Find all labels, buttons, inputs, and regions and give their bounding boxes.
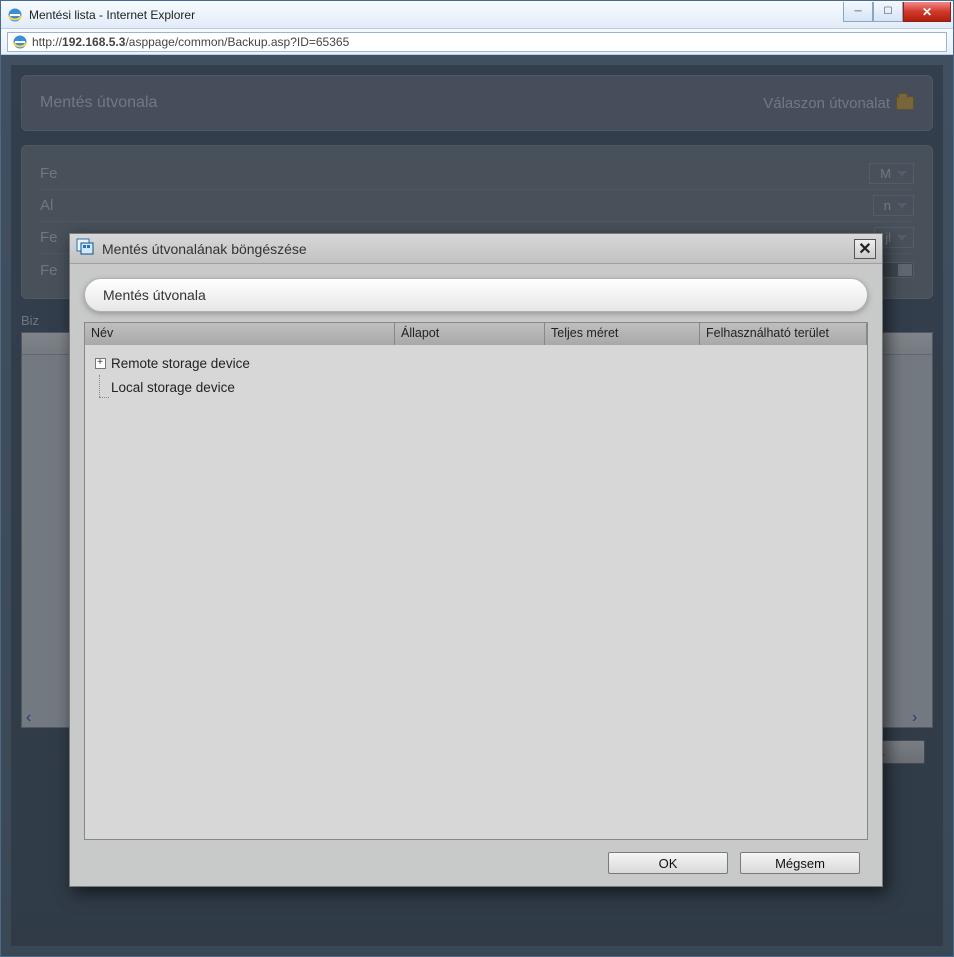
url-field[interactable]: http://192.168.5.3/asppage/common/Backup… <box>7 32 947 52</box>
storage-tree: Név Állapot Teljes méret Felhasználható … <box>84 322 868 840</box>
address-bar: http://192.168.5.3/asppage/common/Backup… <box>1 29 953 55</box>
dialog-footer: OK Mégsem <box>70 840 882 886</box>
tree-header: Név Állapot Teljes méret Felhasználható … <box>85 323 867 345</box>
dialog-path-label: Mentés útvonala <box>103 287 206 303</box>
url-prefix: http:// <box>32 35 62 49</box>
tree-item-local[interactable]: Local storage device <box>89 375 863 399</box>
tree-body: + Remote storage device Local storage de… <box>85 345 867 839</box>
dialog-close-button[interactable]: ✕ <box>854 239 876 259</box>
ok-button[interactable]: OK <box>608 852 728 874</box>
browse-path-dialog: Mentés útvonalának böngészése ✕ Mentés ú… <box>69 233 883 887</box>
window-buttons: ─ ☐ ✕ <box>843 2 951 22</box>
ie-window: Mentési lista - Internet Explorer ─ ☐ ✕ … <box>0 0 954 957</box>
col-size[interactable]: Teljes méret <box>545 323 700 345</box>
col-name[interactable]: Név <box>85 323 395 345</box>
ie-page-icon <box>12 34 28 50</box>
url-path: /asppage/common/Backup.asp?ID=65365 <box>125 35 349 49</box>
url-host: 192.168.5.3 <box>62 35 125 49</box>
tree-item-label: Local storage device <box>111 380 235 395</box>
minimize-button[interactable]: ─ <box>843 2 873 22</box>
cancel-button[interactable]: Mégsem <box>740 852 860 874</box>
ie-icon <box>7 7 23 23</box>
dialog-titlebar: Mentés útvonalának böngészése ✕ <box>70 234 882 264</box>
window-title: Mentési lista - Internet Explorer <box>29 8 843 22</box>
plus-icon: + <box>95 358 106 369</box>
close-button[interactable]: ✕ <box>903 2 951 22</box>
dialog-path-field[interactable]: Mentés útvonala <box>84 278 868 312</box>
page-viewport: Mentés útvonala Válaszon útvonalat Fe M … <box>1 55 953 956</box>
close-icon: ✕ <box>858 239 871 259</box>
window-titlebar: Mentési lista - Internet Explorer ─ ☐ ✕ <box>1 1 953 29</box>
col-state[interactable]: Állapot <box>395 323 545 345</box>
tree-item-remote[interactable]: + Remote storage device <box>89 351 863 375</box>
maximize-button[interactable]: ☐ <box>873 2 903 22</box>
dialog-icon <box>76 237 94 260</box>
tree-item-label: Remote storage device <box>111 356 250 371</box>
tree-expander[interactable]: + <box>89 358 111 369</box>
dialog-title: Mentés útvonalának böngészése <box>102 241 854 257</box>
col-avail[interactable]: Felhasználható terület <box>700 323 867 345</box>
